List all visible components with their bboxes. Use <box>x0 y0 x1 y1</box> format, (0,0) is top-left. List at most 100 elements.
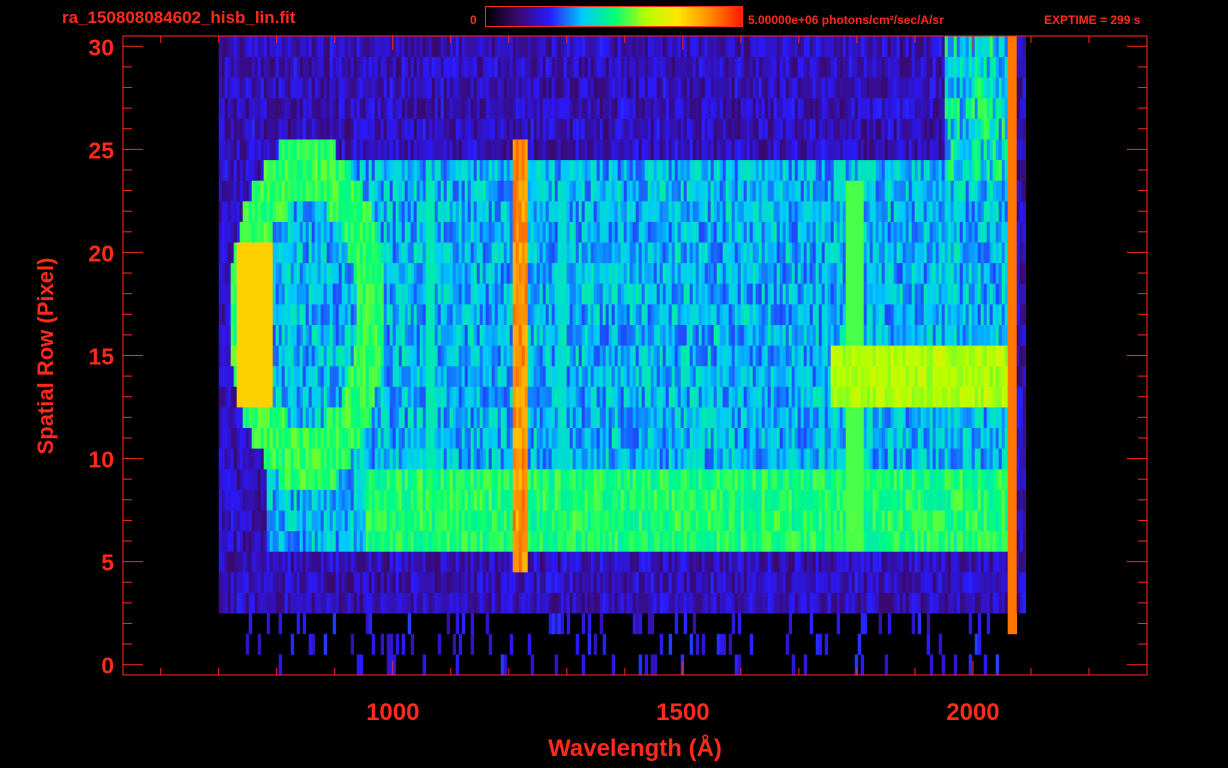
heatmap-cell <box>908 551 913 573</box>
heatmap-cell <box>485 324 490 346</box>
heatmap-cell <box>614 592 619 614</box>
heatmap-cell <box>902 592 907 614</box>
heatmap-cell <box>425 571 430 593</box>
heatmap-cell <box>872 551 877 573</box>
heatmap-cell <box>1016 242 1021 264</box>
heatmap-cell <box>623 448 628 470</box>
heatmap-cell <box>746 530 751 552</box>
heatmap-cell <box>311 510 316 532</box>
heatmap-cell <box>623 324 628 346</box>
heatmap-cell <box>743 345 748 367</box>
heatmap-cell <box>623 304 628 325</box>
heatmap-cell <box>659 489 664 511</box>
heatmap-cell <box>848 283 853 305</box>
heatmap-cell <box>797 304 802 325</box>
heatmap-cell <box>842 386 847 408</box>
heatmap-cell <box>407 262 412 284</box>
heatmap-cell <box>914 571 919 593</box>
heatmap-cell <box>506 571 511 593</box>
heatmap-cell <box>596 448 601 470</box>
heatmap-cell <box>587 304 592 325</box>
heatmap-cell <box>599 345 604 367</box>
heatmap-cell <box>419 530 424 552</box>
heatmap-cell <box>341 386 346 408</box>
heatmap-cell <box>758 571 763 593</box>
heatmap-cell <box>977 530 982 552</box>
heatmap-cell <box>881 386 886 408</box>
heatmap-cell <box>308 592 313 614</box>
heatmap-cell <box>818 283 823 305</box>
heatmap-cell <box>656 324 661 346</box>
heatmap-cell <box>728 592 733 614</box>
heatmap-cell <box>689 365 694 387</box>
heatmap-cell <box>422 551 427 573</box>
heatmap-cell <box>488 489 493 511</box>
heatmap-cell <box>563 427 568 449</box>
heatmap-cell <box>302 468 307 490</box>
heatmap-cell <box>296 468 301 490</box>
heatmap-cell <box>554 365 559 387</box>
heatmap-cell <box>416 242 421 264</box>
heatmap-cell <box>497 242 502 264</box>
heatmap-cell <box>260 407 265 428</box>
heatmap-cell <box>947 468 952 490</box>
heatmap-cell <box>623 242 628 264</box>
heatmap-cell <box>710 448 715 470</box>
heatmap-cell <box>854 530 859 552</box>
heatmap-cell <box>236 592 241 614</box>
heatmap-cell <box>995 345 1000 367</box>
heatmap-cell <box>560 489 565 511</box>
heatmap-cell <box>278 510 283 532</box>
heatmap-cell <box>293 489 298 511</box>
heatmap-cell <box>710 242 715 264</box>
heatmap-cell <box>683 489 688 511</box>
heatmap-cell <box>998 365 1003 387</box>
heatmap-cell <box>491 345 496 367</box>
heatmap-cell <box>554 283 559 305</box>
heatmap-cell <box>245 468 250 490</box>
heatmap-cell <box>440 510 445 532</box>
heatmap-cell <box>635 407 640 428</box>
heatmap-cell <box>701 283 706 305</box>
heatmap-cell <box>305 365 310 387</box>
heatmap-cell <box>752 592 757 614</box>
heatmap-cell <box>1001 242 1006 264</box>
heatmap-cell <box>611 592 616 614</box>
heatmap-cell <box>446 530 451 552</box>
heatmap-cell <box>659 345 664 367</box>
heatmap-cell <box>278 345 283 367</box>
heatmap-cell <box>305 324 310 346</box>
heatmap-cell <box>371 489 376 511</box>
heatmap-cell <box>455 427 460 449</box>
heatmap-cell <box>710 530 715 552</box>
heatmap-cell <box>683 427 688 449</box>
heatmap-cell <box>779 262 784 284</box>
heatmap-cell <box>260 551 265 573</box>
heatmap-cell <box>314 468 319 490</box>
heatmap-cell <box>509 551 514 573</box>
heatmap-cell <box>530 530 535 552</box>
heatmap-cell <box>674 613 679 635</box>
heatmap-cell <box>839 571 844 593</box>
heatmap-cell <box>944 489 949 511</box>
heatmap-cell <box>548 283 553 305</box>
heatmap-cell <box>890 407 895 428</box>
heatmap-cell <box>650 283 655 305</box>
heatmap-cell <box>236 448 241 470</box>
heatmap-cell <box>440 530 445 552</box>
heatmap-cell <box>266 448 271 470</box>
heatmap-cell <box>668 262 673 284</box>
heatmap-cell <box>584 427 589 449</box>
heatmap-cell <box>269 530 274 552</box>
heatmap-cell <box>248 304 253 325</box>
heatmap-cell <box>713 262 718 284</box>
heatmap-cell <box>743 592 748 614</box>
heatmap-cell <box>299 427 304 449</box>
heatmap-cell <box>551 242 556 264</box>
heatmap-cell <box>980 345 985 367</box>
heatmap-cell <box>680 407 685 428</box>
heatmap-cell <box>809 242 814 264</box>
heatmap-cell <box>845 242 850 264</box>
heatmap-cell <box>845 448 850 470</box>
heatmap-cell <box>746 262 751 284</box>
